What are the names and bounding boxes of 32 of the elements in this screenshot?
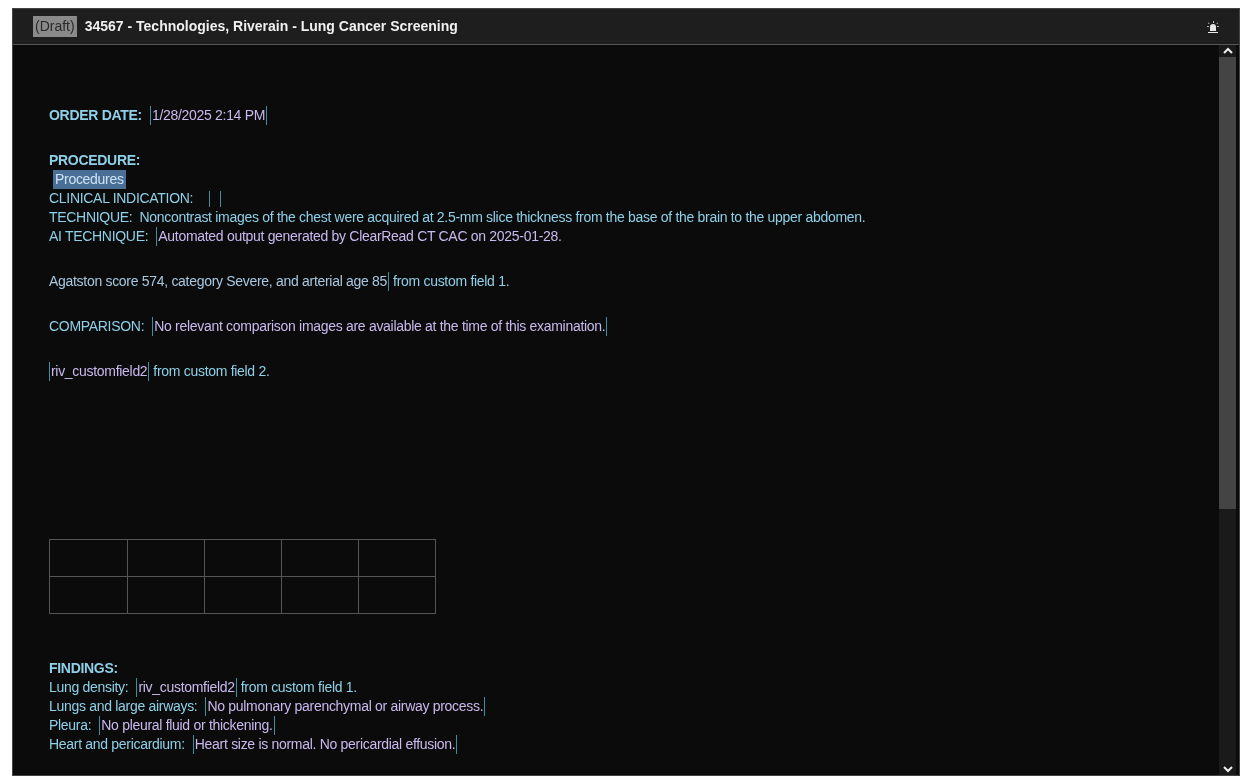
section-heading: FINDINGS: xyxy=(49,659,118,678)
report-text: TECHNIQUE: Noncontrast images of the chest were acquired at 2.5-mm slice thickness from the base of the brain to the upper abdomen. xyxy=(49,208,866,227)
report-text: from custom field 2. xyxy=(153,362,270,381)
draft-badge: (Draft) xyxy=(33,16,77,37)
template-field[interactable]: Automated output generated by ClearRead CT CAC on 2025-01-28. xyxy=(156,227,562,246)
window-title: 34567 - Technologies, Riverain - Lung Cancer Screening xyxy=(84,17,458,36)
selected-text[interactable]: Procedures xyxy=(53,170,126,189)
template-field[interactable]: Agatston score 574, category Severe, and arterial age 85 xyxy=(49,272,390,291)
scrollbar-thumb[interactable] xyxy=(1219,57,1236,509)
report-text: AI TECHNIQUE: xyxy=(49,227,149,246)
template-field[interactable]: No pulmonary parenchymal or airway process. xyxy=(205,697,486,716)
template-field[interactable]: No pleural fluid or thickening. xyxy=(99,716,275,735)
report-text: COMPARISON: xyxy=(49,317,145,336)
template-field[interactable]: riv_customfield2 xyxy=(136,678,237,697)
template-field[interactable]: 1/28/2025 2:14 PM xyxy=(149,106,268,125)
report-text: Heart and pericardium: xyxy=(49,735,185,754)
report-text: from custom field 1. xyxy=(393,272,510,291)
alert-light-icon[interactable] xyxy=(1207,20,1219,33)
report-text: Lung density: xyxy=(49,678,129,697)
template-field[interactable]: No relevant comparison images are available at the time of this examination. xyxy=(152,317,608,336)
report-text: from custom field 1. xyxy=(240,678,357,697)
report-text: CLINICAL INDICATION: xyxy=(49,189,194,208)
scroll-down-icon[interactable] xyxy=(1221,763,1234,775)
scrollbar[interactable] xyxy=(1219,45,1236,775)
section-heading: PROCEDURE: xyxy=(49,151,141,170)
report-text: Pleura: xyxy=(49,716,92,735)
template-field[interactable]: Heart size is normal. No pericardial effusion. xyxy=(192,735,458,754)
empty-table[interactable] xyxy=(49,539,436,614)
section-heading: ORDER DATE: xyxy=(49,106,142,125)
template-field[interactable]: riv_customfield2 xyxy=(49,362,150,381)
report-text: Lungs and large airways: xyxy=(49,697,198,716)
empty-field[interactable] xyxy=(209,190,222,207)
